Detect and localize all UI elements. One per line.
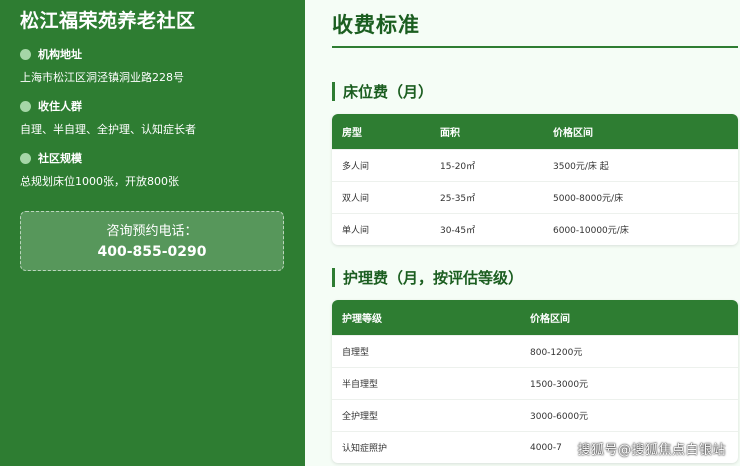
table-row: 半自理型 1500-3000元 <box>332 367 738 399</box>
scale-text: 总规划床位1000张，开放800张 <box>20 175 179 188</box>
col-care-level: 护理等级 <box>342 314 382 325</box>
room-type-cell: 双人间 <box>342 194 370 204</box>
col-room-type: 房型 <box>342 128 362 139</box>
price-cell: 4000-7 <box>530 442 562 453</box>
table-row: 自理型 800-1200元 <box>332 335 738 367</box>
table-header: 房型 面积 价格区间 <box>332 114 738 149</box>
bed-fee-heading: 床位费（月） <box>332 81 433 102</box>
bullet-dot-icon <box>20 100 31 112</box>
price-cell: 3000-6000元 <box>530 412 589 422</box>
table-row: 单人间 30-45㎡ 6000-10000元/床 <box>332 213 738 245</box>
community-name: 松江福荣苑养老社区 <box>20 10 196 32</box>
address-block: 机构地址 上海市松江区洞泾镇洞业路228号 <box>20 47 285 85</box>
contact-label: 咨询预约电话： <box>106 224 198 239</box>
table-header: 护理等级 价格区间 <box>332 300 738 335</box>
care-level-cell: 全护理型 <box>342 412 379 422</box>
col-price-range: 价格区间 <box>553 128 593 139</box>
room-type-cell: 多人间 <box>342 162 370 172</box>
care-level-cell: 半自理型 <box>342 380 379 390</box>
watermark: 搜狐号@搜狐焦点白银站 <box>577 443 726 458</box>
col-price-range: 价格区间 <box>530 314 570 325</box>
area-cell: 30-45㎡ <box>440 226 476 236</box>
scale-heading: 社区规模 <box>38 152 82 165</box>
contact-box[interactable]: 咨询预约电话： 400-855-0290 <box>20 211 284 271</box>
title-divider <box>332 46 738 48</box>
price-cell: 5000-8000元/床 <box>553 194 624 204</box>
residents-text: 自理、半自理、全护理、认知症长者 <box>20 123 196 136</box>
price-cell: 6000-10000元/床 <box>553 226 629 236</box>
col-area: 面积 <box>440 128 460 139</box>
care-fee-heading: 护理费（月，按评估等级） <box>332 267 523 288</box>
bullet-dot-icon <box>20 48 31 60</box>
table-row: 全护理型 3000-6000元 <box>332 399 738 431</box>
bullet-dot-icon <box>20 152 31 164</box>
residents-block: 收住人群 自理、半自理、全护理、认知症长者 <box>20 99 285 137</box>
sidebar: 松江福荣苑养老社区 机构地址 上海市松江区洞泾镇洞业路228号 收住人群 自理、… <box>0 0 305 466</box>
care-level-cell: 自理型 <box>342 348 370 358</box>
room-type-cell: 单人间 <box>342 226 370 236</box>
section-accent-bar <box>332 268 335 287</box>
table-row: 双人间 25-35㎡ 5000-8000元/床 <box>332 181 738 213</box>
care-level-cell: 认知症照护 <box>342 444 388 454</box>
bed-fee-table: 房型 面积 价格区间 多人间 15-20㎡ 3500元/床 起 双人间 25-3… <box>332 114 738 245</box>
table-row: 多人间 15-20㎡ 3500元/床 起 <box>332 149 738 181</box>
price-cell: 800-1200元 <box>530 348 583 358</box>
bed-fee-heading-text: 床位费（月） <box>343 83 434 101</box>
page-title: 收费标准 <box>332 13 420 37</box>
price-cell: 1500-3000元 <box>530 380 589 390</box>
area-cell: 15-20㎡ <box>440 162 476 172</box>
care-fee-heading-text: 护理费（月，按评估等级） <box>343 269 524 287</box>
address-text: 上海市松江区洞泾镇洞业路228号 <box>20 71 184 84</box>
contact-phone[interactable]: 400-855-0290 <box>21 242 283 262</box>
section-accent-bar <box>332 82 335 101</box>
main-content: 收费标准 床位费（月） 房型 面积 价格区间 多人间 15-20㎡ 3500元/… <box>305 0 740 466</box>
area-cell: 25-35㎡ <box>440 194 476 204</box>
address-heading: 机构地址 <box>38 48 82 61</box>
residents-heading: 收住人群 <box>38 100 82 113</box>
price-cell: 3500元/床 起 <box>553 162 609 172</box>
scale-block: 社区规模 总规划床位1000张，开放800张 <box>20 151 285 189</box>
